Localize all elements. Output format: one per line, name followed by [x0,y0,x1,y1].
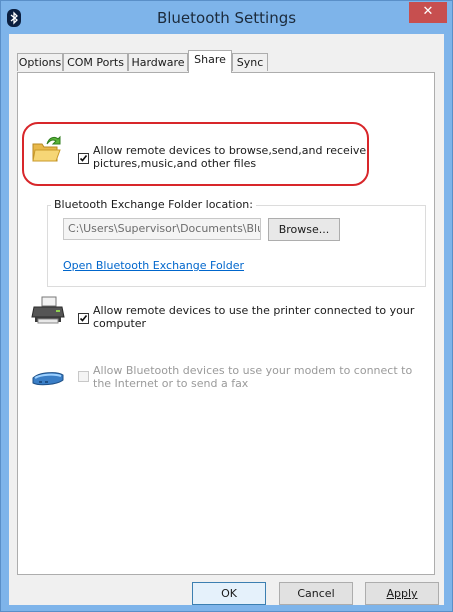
exchange-folder-group-title: Bluetooth Exchange Folder location: [51,198,256,211]
close-button[interactable]: ✕ [409,2,447,23]
cancel-button[interactable]: Cancel [279,582,353,605]
tab-options[interactable]: Options [17,53,63,71]
window-title: Bluetooth Settings [156,9,297,27]
modem-sharing-checkbox[interactable] [78,371,89,382]
ok-button[interactable]: OK [192,582,266,605]
browse-send-receive-label-line1: Allow remote devices to browse,send,and … [93,144,367,157]
share-tab-panel: Allow remote devices to browse,send,and … [17,72,435,575]
printer-icon [31,296,65,324]
open-exchange-folder-link[interactable]: Open Bluetooth Exchange Folder [63,259,244,272]
apply-button-label: Apply [386,587,418,600]
bluetooth-settings-window: Bluetooth Settings ✕ Options COM Ports H… [0,0,453,612]
browse-send-receive-label-line2: pictures,music,and other files [93,157,257,170]
tab-sync[interactable]: Sync [232,53,268,71]
apply-button[interactable]: Apply [365,582,439,605]
printer-sharing-label-line2: computer [93,317,147,330]
exchange-folder-path-field: C:\Users\Supervisor\Documents\Bluetooth [63,218,261,240]
printer-sharing-label-line1: Allow remote devices to use the printer … [93,304,415,317]
tab-com-ports[interactable]: COM Ports [63,53,128,71]
modem-sharing-label-line2: the Internet or to send a fax [93,377,249,390]
close-icon: ✕ [422,4,434,19]
tab-share[interactable]: Share [188,50,232,73]
title-bar[interactable]: Bluetooth Settings ✕ [1,1,452,34]
modem-sharing-label-line1: Allow Bluetooth devices to use your mode… [93,364,413,377]
modem-icon [32,372,64,386]
dialog-client-area: Options COM Ports Hardware Share Sync Al… [9,34,444,605]
printer-sharing-checkbox[interactable] [78,313,89,324]
browse-button[interactable]: Browse... [268,218,340,241]
browse-send-receive-checkbox[interactable] [78,153,89,164]
shared-folder-icon [32,135,61,162]
tab-hardware[interactable]: Hardware [128,53,188,71]
